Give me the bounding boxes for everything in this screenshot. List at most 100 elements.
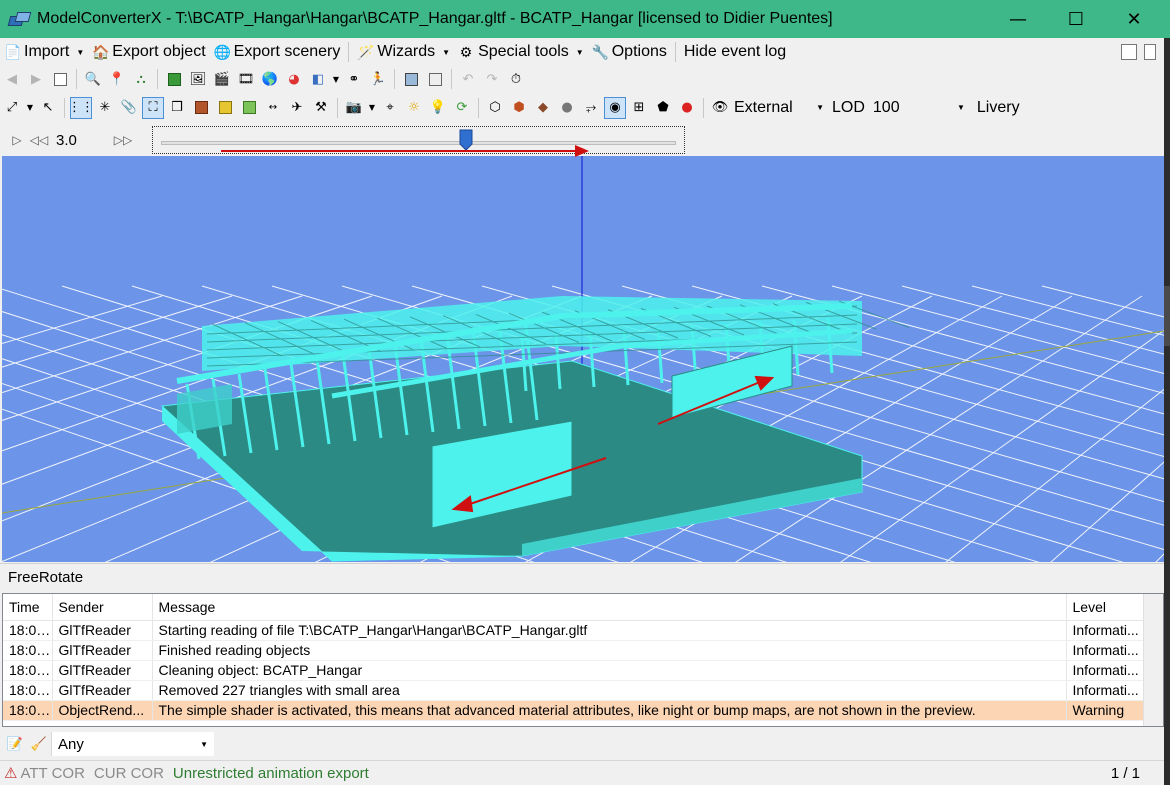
table-row[interactable]: 18:06... GlTfReader Starting reading of … xyxy=(3,620,1144,641)
background-window-edge xyxy=(1164,38,1170,785)
import-label: Import xyxy=(24,43,70,60)
clock-icon[interactable]: ⏱ xyxy=(505,68,527,90)
sphere-icon[interactable]: ● xyxy=(556,97,578,119)
wizards-menu[interactable]: 🪄 Wizards ▼ xyxy=(353,40,454,64)
cell-message: Cleaning object: BCATP_Hangar xyxy=(152,660,1067,681)
cell-sender: GlTfReader xyxy=(52,620,153,641)
brick-icon[interactable] xyxy=(190,97,212,119)
material-icon[interactable] xyxy=(163,68,185,90)
column-message[interactable]: Message xyxy=(152,594,1067,621)
menu-separator xyxy=(348,42,350,62)
shadow-icon[interactable]: ⬟ xyxy=(652,97,674,119)
layers-icon[interactable]: ◧ xyxy=(307,68,329,90)
gear-icon: ⚙ xyxy=(459,44,473,60)
pin-icon[interactable]: 📍 xyxy=(106,68,128,90)
lod-select[interactable]: 100 ▼ xyxy=(873,96,965,120)
warning-icon: ⚠ xyxy=(4,764,18,782)
paperclip-icon[interactable]: 📎 xyxy=(118,97,140,119)
maximize-button[interactable]: ☐ xyxy=(1053,0,1099,38)
preview-icon[interactable] xyxy=(400,68,422,90)
uv-grid-icon[interactable]: ⊞ xyxy=(628,97,650,119)
yellow-block-icon[interactable] xyxy=(214,97,236,119)
column-time[interactable]: Time xyxy=(3,594,53,621)
export-scenery-menu[interactable]: 🌐 Export scenery xyxy=(210,40,345,64)
terrain-icon[interactable] xyxy=(238,97,260,119)
edit-icon[interactable]: 📝 xyxy=(4,733,26,755)
help-icon[interactable] xyxy=(1121,44,1137,60)
forward-icon[interactable]: ▶ xyxy=(25,68,47,90)
document-icon[interactable] xyxy=(49,68,71,90)
play-icon[interactable]: ▷ xyxy=(6,133,28,147)
log-level-filter[interactable]: Any ▼ xyxy=(51,732,214,756)
table-row[interactable]: 18:06... GlTfReader Removed 227 triangle… xyxy=(3,680,1144,701)
inspect-icon[interactable]: 🔍 xyxy=(82,68,104,90)
view-mode-select[interactable]: External ▼ xyxy=(732,96,824,120)
app-icon xyxy=(7,10,32,28)
export-object-menu[interactable]: 🏠 Export object xyxy=(88,40,209,64)
column-level[interactable]: Level xyxy=(1066,594,1144,621)
chevron-down-icon[interactable]: ▼ xyxy=(331,68,341,90)
close-button[interactable]: ✕ xyxy=(1111,0,1157,38)
log-scrollbar[interactable] xyxy=(1143,594,1163,726)
axes-icon[interactable]: ✳ xyxy=(94,97,116,119)
special-tools-menu[interactable]: ⚙ Special tools ▼ xyxy=(454,40,588,64)
target-icon[interactable]: ⌖ xyxy=(379,97,401,119)
scene-icon[interactable]: 🌎 xyxy=(259,68,281,90)
zoom-extents-icon[interactable]: ⤢ xyxy=(1,97,23,119)
hex-icon[interactable]: ⬡ xyxy=(484,97,506,119)
animation-export-status: Unrestricted animation export xyxy=(172,764,369,782)
shader-icon[interactable]: ◉ xyxy=(604,96,626,119)
livery-label[interactable]: Livery xyxy=(977,96,1020,120)
bone-icon[interactable]: 🎞 xyxy=(235,68,257,90)
texture-icon[interactable]: 🖼 xyxy=(187,68,209,90)
toolbar-separator xyxy=(76,69,77,89)
event-log: Time Sender Message Level 18:06... GlTfR… xyxy=(2,593,1164,727)
camera-icon[interactable]: 📷 xyxy=(343,97,365,119)
import-menu[interactable]: 📄 Import ▼ xyxy=(0,40,88,64)
page-counter: 1 / 1 xyxy=(1110,765,1140,782)
faster-icon[interactable]: ▷▷ xyxy=(112,133,134,147)
report-icon[interactable] xyxy=(424,68,446,90)
animation-speed[interactable]: 3.0 xyxy=(50,132,112,149)
normals-icon[interactable]: ⥅ xyxy=(580,97,602,119)
film-icon[interactable]: 🎬 xyxy=(211,68,233,90)
box-icon[interactable]: ❒ xyxy=(166,97,188,119)
back-icon[interactable]: ◀ xyxy=(1,68,23,90)
airplane-icon[interactable]: ✈ xyxy=(286,97,308,119)
table-row[interactable]: 18:06... GlTfReader Finished reading obj… xyxy=(3,640,1144,661)
figure-icon[interactable]: 🏃 xyxy=(367,68,389,90)
select-pointer-icon[interactable]: ↖ xyxy=(37,97,59,119)
cube-color-icon[interactable]: ⬢ xyxy=(508,97,530,119)
chevron-down-icon[interactable]: ▼ xyxy=(367,97,377,119)
redo-icon[interactable]: ↷ xyxy=(481,68,503,90)
apple-icon[interactable]: ● xyxy=(676,97,698,119)
import-icon: 📄 xyxy=(4,44,22,60)
options-label: Options xyxy=(611,43,667,60)
options-menu[interactable]: 🔧 Options xyxy=(588,40,671,64)
cell-sender: GlTfReader xyxy=(52,680,153,701)
colors-icon[interactable]: ◕ xyxy=(283,68,305,90)
column-sender[interactable]: Sender xyxy=(52,594,153,621)
grid-icon[interactable]: ⋮⋮ xyxy=(68,96,94,119)
lod-label-text: LOD xyxy=(832,98,865,116)
refresh-icon[interactable]: ⟳ xyxy=(451,97,473,119)
export-scenery-label: Export scenery xyxy=(233,43,341,60)
minimize-button[interactable]: — xyxy=(995,0,1041,38)
light-rays-icon[interactable]: ☼ xyxy=(403,97,425,119)
hierarchy-icon[interactable]: ⛬ xyxy=(130,68,152,90)
ruler-icon[interactable]: ↔ xyxy=(262,97,284,119)
table-row-warning[interactable]: 18:06... ObjectRend... The simple shader… xyxy=(3,700,1144,721)
undo-icon[interactable]: ↶ xyxy=(457,68,479,90)
bulb-icon[interactable]: 💡 xyxy=(427,97,449,119)
hide-event-log-button[interactable]: Hide event log xyxy=(680,40,790,64)
wireframe-icon[interactable]: ⛶ xyxy=(142,96,164,119)
pane-icon[interactable] xyxy=(1144,44,1156,60)
table-row[interactable]: 18:06... GlTfReader Cleaning object: BCA… xyxy=(3,660,1144,681)
slower-icon[interactable]: ◁◁ xyxy=(28,133,50,147)
cube-brown-icon[interactable]: ◆ xyxy=(532,97,554,119)
broom-icon[interactable]: 🧹 xyxy=(28,733,50,755)
link-icon[interactable]: ⚭ xyxy=(343,68,365,90)
3d-viewport[interactable] xyxy=(2,156,1164,562)
tools-icon[interactable]: ⚒ xyxy=(310,97,332,119)
chevron-down-icon[interactable]: ▼ xyxy=(25,97,35,119)
